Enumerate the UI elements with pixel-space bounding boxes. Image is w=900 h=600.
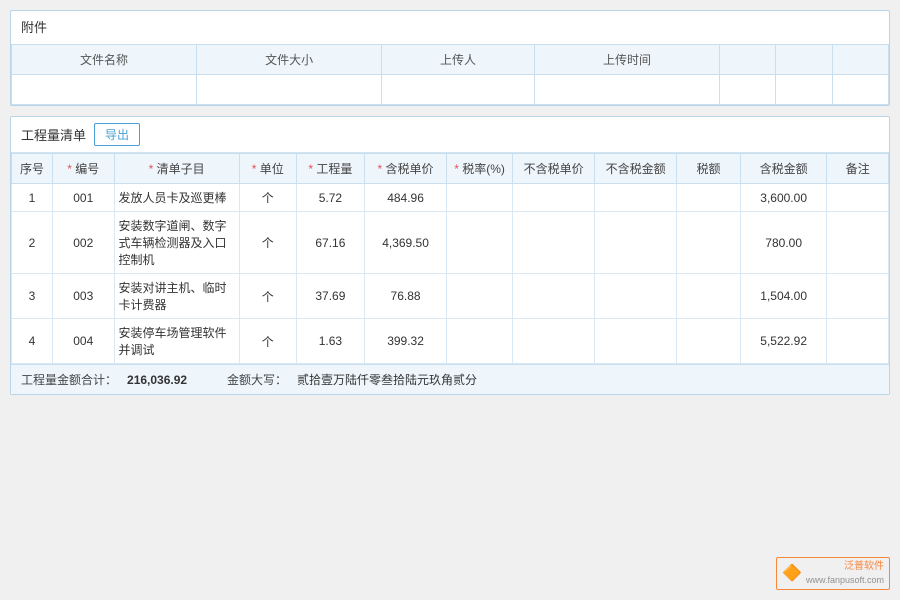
cell-seq: 3 [12,274,53,319]
cell-tax-price: 76.88 [365,274,447,319]
attachment-title: 附件 [11,11,889,42]
cell-tax [677,319,741,364]
logo-text-top: 泛普软件 [806,560,884,574]
table-row: 3003安装对讲主机、临时卡计费器个37.6976.88 1,504.00 [12,274,889,319]
cell-qty: 67.16 [296,212,364,274]
table-row: 4004安装停车场管理软件并调试个1.63399.32 5,522.92 [12,319,889,364]
cell-total: 5,522.92 [740,319,827,364]
bill-table-wrapper[interactable]: 序号 * 编号 * 清单子目 * 单位 * 工程量 * 含税单价 * 税率(%)… [11,153,889,364]
att-col-extra1 [720,45,776,75]
att-col-time: 上传时间 [534,45,719,75]
bill-col-seq: 序号 [12,154,53,184]
attachment-table: 文件名称 文件大小 上传人 上传时间 [11,44,889,105]
cell-unit: 个 [239,212,296,274]
cell-code: 001 [53,184,115,212]
cell-tax-price: 399.32 [365,319,447,364]
cell-total: 780.00 [740,212,827,274]
cell-notax-amt [595,184,677,212]
cell-notax-amt [595,319,677,364]
att-col-extra3 [832,45,888,75]
attachment-section: 附件 文件名称 文件大小 上传人 上传时间 [10,10,890,106]
bill-col-code: * 编号 [53,154,115,184]
total-label: 工程量金额合计： [21,371,117,388]
table-row: 1001发放人员卡及巡更棒个5.72484.96 3,600.00 [12,184,889,212]
bill-table: 序号 * 编号 * 清单子目 * 单位 * 工程量 * 含税单价 * 税率(%)… [11,153,889,364]
cell-tax-price: 4,369.50 [365,212,447,274]
cell-seq: 2 [12,212,53,274]
export-button[interactable]: 导出 [94,123,140,146]
bill-section: 工程量清单 导出 [10,116,890,395]
cell-notax-price [513,184,595,212]
cell-total: 3,600.00 [740,184,827,212]
bill-col-remark: 备注 [827,154,889,184]
bill-header-row: 序号 * 编号 * 清单子目 * 单位 * 工程量 * 含税单价 * 税率(%)… [12,154,889,184]
cell-notax-price [513,274,595,319]
bill-col-total: 含税金额 [740,154,827,184]
total-value: 216,036.92 [127,373,217,387]
cell-remark [827,319,889,364]
logo-icon: 🔶 [782,563,802,585]
bill-col-unit: * 单位 [239,154,296,184]
cell-name: 安装停车场管理软件并调试 [114,319,239,364]
att-col-extra2 [776,45,832,75]
bill-footer: 工程量金额合计： 216,036.92 金额大写： 贰拾壹万陆仟零叁拾陆元玖角贰… [11,364,889,394]
bill-col-tax-price: * 含税单价 [365,154,447,184]
amount-label: 金额大写： [227,371,287,388]
bill-col-tax: 税额 [677,154,741,184]
logo-box: 🔶 泛普软件 www.fanpusoft.com [776,557,890,590]
cell-unit: 个 [239,319,296,364]
cell-tax-rate [447,319,513,364]
att-col-uploader: 上传人 [382,45,535,75]
bill-col-notax-amt: 不含税金额 [595,154,677,184]
cell-notax-price [513,319,595,364]
attachment-empty-row [12,75,889,105]
cell-tax-rate [447,212,513,274]
cell-code: 002 [53,212,115,274]
bill-col-qty: * 工程量 [296,154,364,184]
cell-tax [677,274,741,319]
cell-name: 安装对讲主机、临时卡计费器 [114,274,239,319]
cell-qty: 1.63 [296,319,364,364]
cell-unit: 个 [239,184,296,212]
cell-qty: 5.72 [296,184,364,212]
cell-remark [827,184,889,212]
cell-seq: 1 [12,184,53,212]
att-col-filename: 文件名称 [12,45,197,75]
table-row: 2002安装数字道闸、数字式车辆检测器及入口控制机个67.164,369.50 7… [12,212,889,274]
cell-tax-price: 484.96 [365,184,447,212]
cell-code: 004 [53,319,115,364]
cell-notax-price [513,212,595,274]
cell-seq: 4 [12,319,53,364]
cell-total: 1,504.00 [740,274,827,319]
cell-remark [827,212,889,274]
cell-qty: 37.69 [296,274,364,319]
cell-remark [827,274,889,319]
cell-tax-rate [447,274,513,319]
bill-title: 工程量清单 [21,125,86,144]
bill-col-name: * 清单子目 [114,154,239,184]
cell-name: 安装数字道闸、数字式车辆检测器及入口控制机 [114,212,239,274]
cell-tax-rate [447,184,513,212]
logo-area: 🔶 泛普软件 www.fanpusoft.com [776,557,890,590]
amount-value: 贰拾壹万陆仟零叁拾陆元玖角贰分 [297,371,477,388]
cell-name: 发放人员卡及巡更棒 [114,184,239,212]
logo-text-bottom: www.fanpusoft.com [806,574,884,587]
cell-tax [677,184,741,212]
cell-notax-amt [595,212,677,274]
att-col-size: 文件大小 [197,45,382,75]
bill-col-tax-rate: * 税率(%) [447,154,513,184]
cell-notax-amt [595,274,677,319]
bill-toolbar: 工程量清单 导出 [11,117,889,153]
cell-tax [677,212,741,274]
bill-col-notax-price: 不含税单价 [513,154,595,184]
cell-code: 003 [53,274,115,319]
cell-unit: 个 [239,274,296,319]
